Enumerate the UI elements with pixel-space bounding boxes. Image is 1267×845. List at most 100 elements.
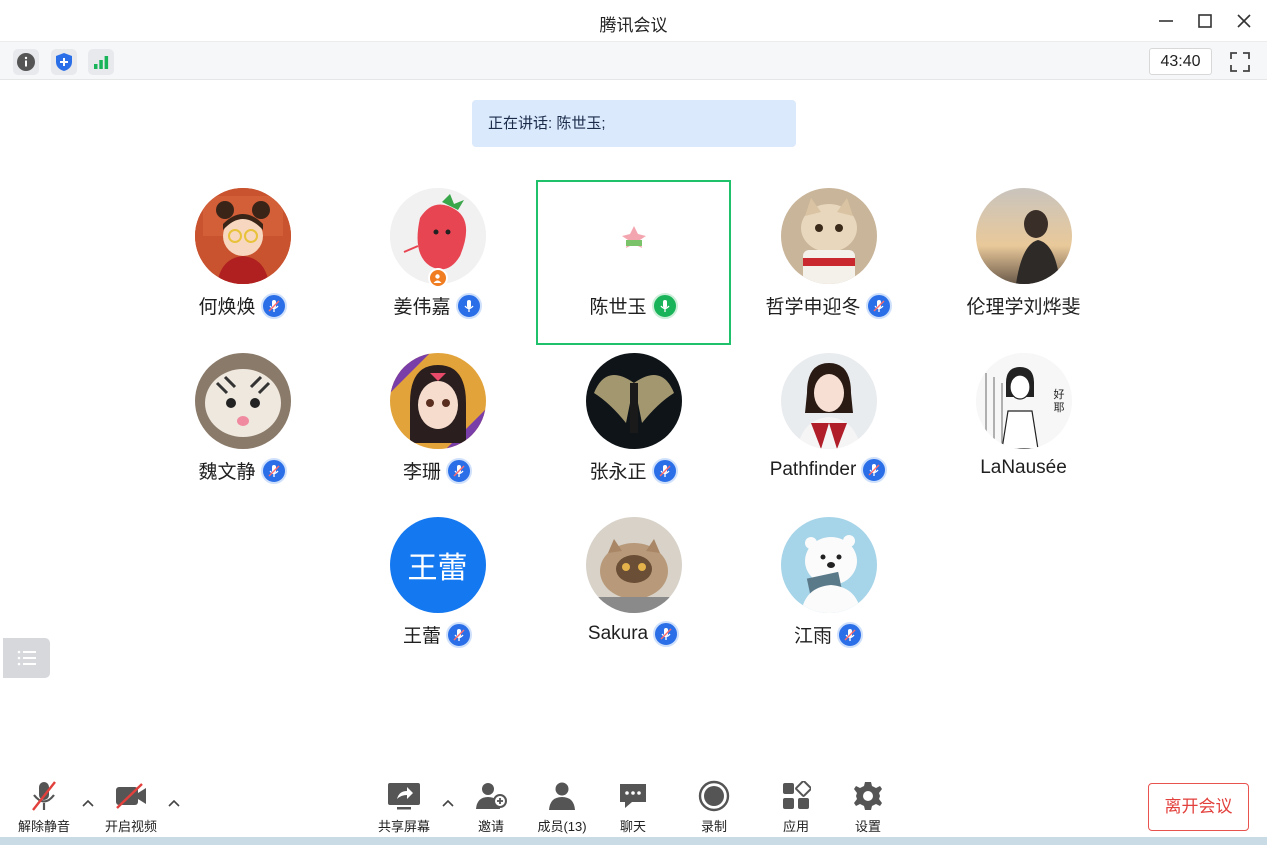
settings-button[interactable]: 设置 <box>836 779 900 835</box>
participant-name: 哲学申迎冬 <box>765 297 861 318</box>
maximize-icon <box>1198 14 1212 28</box>
close-button[interactable] <box>1231 8 1257 34</box>
avatar-initials: 王蕾 <box>407 552 468 585</box>
chat-icon <box>616 779 650 812</box>
share-options-caret[interactable] <box>440 795 456 811</box>
meeting-timer: 43:40 <box>1149 48 1212 75</box>
participant-tile[interactable]: 哲学申迎冬 <box>731 182 926 347</box>
unmute-button[interactable]: 解除静音 <box>12 779 76 835</box>
mic-muted-icon <box>260 457 287 484</box>
invite-button[interactable]: 邀请 <box>459 779 523 835</box>
video-off-icon <box>114 779 148 812</box>
participant-tile-active-speaker[interactable]: 陈世玉 <box>536 180 731 345</box>
host-badge-icon <box>427 268 448 288</box>
participant-name-row: 哲学申迎冬 <box>731 292 926 319</box>
shield-icon <box>56 53 72 71</box>
participant-tile[interactable]: 好耶 LaNausée <box>926 347 1121 512</box>
meeting-toolbar: 43:40 <box>0 42 1267 80</box>
record-icon <box>697 779 731 812</box>
participant-name-row: Pathfinder <box>731 457 926 483</box>
close-icon <box>1237 14 1251 28</box>
participant-name: 张永正 <box>589 462 647 483</box>
start-video-button[interactable]: 开启视频 <box>99 779 163 835</box>
avatar <box>194 188 291 284</box>
mic-icon <box>455 292 482 319</box>
participant-tile[interactable]: Sakura <box>536 511 731 676</box>
chat-label: 聊天 <box>619 819 646 834</box>
participant-name: 魏文静 <box>198 462 256 483</box>
mic-muted-icon <box>865 292 892 319</box>
participant-name: 何焕焕 <box>198 297 256 318</box>
participant-tile[interactable]: 王蕾 王蕾 <box>340 511 535 676</box>
participant-name: LaNausée <box>980 457 1067 478</box>
participant-tile[interactable]: 何焕焕 <box>145 182 340 347</box>
participant-tile[interactable]: 姜伟嘉 <box>340 182 535 347</box>
participant-name: 姜伟嘉 <box>393 297 451 318</box>
fullscreen-button[interactable] <box>1227 49 1253 75</box>
settings-label: 设置 <box>854 819 881 834</box>
title-bar: 腾讯会议 <box>0 0 1267 42</box>
mic-muted-icon <box>260 292 287 319</box>
info-icon <box>17 53 35 71</box>
participant-tile[interactable]: 张永正 <box>536 347 731 512</box>
participant-name-row: 何焕焕 <box>145 292 340 319</box>
bottom-control-bar: 解除静音 开启视频 共享屏幕 邀请 成员(13) 聊天 录制 应用 设置 离开会… <box>0 775 1267 837</box>
share-screen-icon <box>387 779 421 812</box>
members-button[interactable]: 成员(13) <box>530 779 594 835</box>
avatar <box>780 353 877 449</box>
participant-name-row: 张永正 <box>536 457 731 484</box>
share-screen-button[interactable]: 共享屏幕 <box>372 779 436 835</box>
participant-name: 王蕾 <box>402 626 441 647</box>
avatar: 王蕾 <box>389 517 486 613</box>
security-button[interactable] <box>51 49 77 75</box>
participant-tile[interactable]: 李珊 <box>340 347 535 512</box>
signal-icon <box>94 56 109 69</box>
chevron-up-icon <box>82 799 94 807</box>
avatar <box>780 517 877 613</box>
avatar <box>975 188 1072 284</box>
network-status-button[interactable] <box>88 49 114 75</box>
avatar <box>585 353 682 449</box>
leave-meeting-button[interactable]: 离开会议 <box>1148 783 1249 831</box>
audio-options-caret[interactable] <box>80 795 96 811</box>
participant-tile[interactable]: 魏文静 <box>145 347 340 512</box>
mic-muted-icon <box>446 457 472 484</box>
mic-muted-icon <box>653 621 680 647</box>
unmute-label: 解除静音 <box>17 819 70 834</box>
participant-tile[interactable]: 江雨 <box>731 511 926 676</box>
participant-tile[interactable]: 伦理学刘烨斐 <box>926 182 1121 347</box>
participant-name-row: Sakura <box>536 621 731 647</box>
list-icon <box>17 650 36 666</box>
participant-name: 江雨 <box>793 626 832 647</box>
participant-name-row: LaNausée <box>926 457 1121 479</box>
participant-name: 伦理学刘烨斐 <box>966 297 1081 318</box>
participant-name-row: 江雨 <box>731 621 926 648</box>
participant-name: Pathfinder <box>769 459 857 480</box>
share-screen-label: 共享屏幕 <box>377 819 430 834</box>
mic-muted-icon <box>837 621 863 648</box>
chevron-up-icon <box>168 799 180 807</box>
maximize-button[interactable] <box>1192 8 1218 34</box>
chevron-up-icon <box>442 799 454 807</box>
avatar <box>780 188 877 284</box>
mic-muted-icon <box>861 457 888 483</box>
video-options-caret[interactable] <box>166 795 182 811</box>
fullscreen-icon <box>1230 52 1250 72</box>
participant-list-toggle[interactable] <box>3 638 50 678</box>
mic-muted-icon <box>446 621 472 648</box>
chat-button[interactable]: 聊天 <box>601 779 665 835</box>
participant-name-row: 王蕾 <box>340 621 535 648</box>
mic-speaking-icon <box>651 292 678 319</box>
record-button[interactable]: 录制 <box>682 779 746 835</box>
avatar <box>389 188 486 288</box>
members-label: 成员(13) <box>537 819 587 834</box>
avatar-text: 好耶 <box>1053 389 1065 414</box>
invite-label: 邀请 <box>477 819 504 834</box>
record-label: 录制 <box>700 819 727 834</box>
taskbar-strip <box>0 837 1267 845</box>
start-video-label: 开启视频 <box>104 819 157 834</box>
meeting-info-button[interactable] <box>13 49 39 75</box>
apps-button[interactable]: 应用 <box>764 779 828 835</box>
minimize-button[interactable] <box>1153 8 1179 34</box>
participant-tile[interactable]: Pathfinder <box>731 347 926 512</box>
